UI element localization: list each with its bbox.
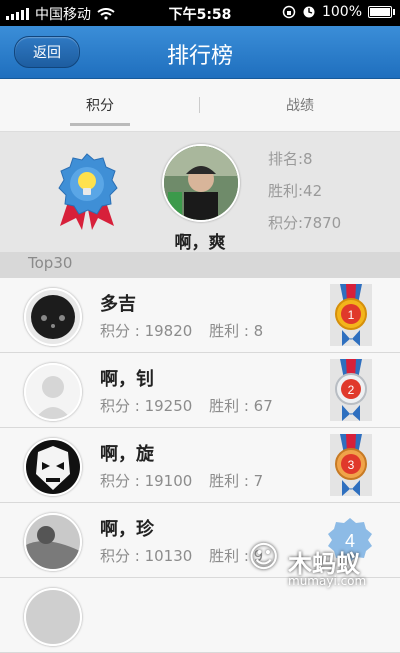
silver-medal-icon: 2: [330, 359, 372, 421]
rotation-lock-icon: [282, 5, 296, 19]
player-wins: 胜利 : 8: [209, 322, 264, 340]
my-rank: 排名:8: [268, 150, 313, 168]
player-name: 啊，钊: [100, 369, 154, 390]
list-item[interactable]: 啊，钊 积分 : 19250 胜利 : 67 2: [0, 353, 400, 428]
player-name: 啊，珍: [100, 519, 154, 540]
watermark-logo-icon: ☺: [248, 540, 280, 575]
player-name: 啊，旋: [100, 444, 154, 465]
battery-fill: [370, 8, 390, 16]
section-label: Top30: [28, 254, 73, 272]
gold-medal-icon: 1: [330, 284, 372, 346]
player-score: 积分 : 10130: [100, 547, 193, 565]
watermark-url: mumayi.com: [288, 574, 367, 588]
player-score: 积分 : 19820: [100, 322, 193, 340]
active-tab-indicator: [70, 123, 130, 126]
player-wins: 胜利 : 7: [209, 472, 264, 490]
battery-icon: [368, 6, 395, 18]
default-avatar-icon: [26, 365, 80, 419]
player-score: 积分 : 19100: [100, 472, 193, 490]
my-stats: 排名:8 胜利:42 积分:7870: [268, 148, 341, 244]
avatar: [24, 513, 82, 571]
avatar-photo: [26, 515, 80, 569]
avatar: [24, 588, 82, 646]
rank-3-label: 3: [348, 458, 355, 472]
lightbulb-badge-icon: [58, 153, 118, 230]
player-name: 多吉: [100, 294, 136, 315]
status-right: 100%: [282, 4, 395, 20]
nav-bar: 返回 排行榜: [0, 26, 400, 79]
rank-2-label: 2: [348, 383, 355, 397]
my-avatar-photo: [164, 146, 238, 220]
avatar-photo: [26, 590, 80, 644]
player-score: 积分 : 19250: [100, 397, 193, 415]
list-item[interactable]: 多吉 积分 : 19820 胜利 : 8 1: [0, 278, 400, 353]
bronze-medal-icon: 3: [330, 434, 372, 496]
alarm-icon: [303, 6, 315, 18]
player-wins: 胜利 : 67: [209, 397, 273, 415]
my-wins: 胜利:42: [268, 182, 323, 200]
my-avatar: [162, 144, 240, 222]
my-name: 啊，爽: [174, 233, 226, 253]
watermark: ☺ 木蚂蚁 mumayi.com: [248, 540, 398, 596]
my-score: 积分:7870: [268, 214, 342, 232]
rank-1-label: 1: [348, 308, 355, 322]
status-bar: 中国移动 下午5:58 100%: [0, 0, 400, 26]
tab-record[interactable]: 战绩: [200, 79, 400, 131]
list-item[interactable]: 啊，旋 积分 : 19100 胜利 : 7 3: [0, 428, 400, 503]
avatar: [24, 438, 82, 496]
mask-avatar-photo: [26, 440, 80, 494]
page-title: 排行榜: [166, 44, 233, 69]
player-stats: 积分 : 19100 胜利 : 7: [100, 470, 275, 491]
player-stats: 积分 : 19820 胜利 : 8: [100, 320, 275, 341]
avatar: [24, 288, 82, 346]
avatar-photo: [26, 290, 80, 344]
player-stats: 积分 : 19250 胜利 : 67: [100, 395, 285, 416]
battery-percent: 100%: [321, 4, 362, 20]
section-header: Top30: [0, 252, 400, 278]
tab-bar: 积分 战绩: [0, 79, 400, 132]
avatar: [24, 363, 82, 421]
